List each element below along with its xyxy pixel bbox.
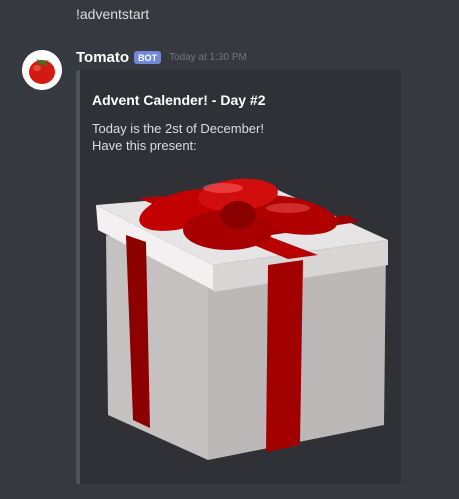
previous-message-text: !adventstart — [76, 6, 150, 22]
tomato-avatar-icon[interactable] — [22, 50, 62, 90]
bot-badge: BOT — [134, 51, 162, 64]
gift-box-icon[interactable] — [88, 170, 396, 475]
embed-title: Advent Calender! - Day #2 — [92, 92, 266, 108]
message-embed: Advent Calender! - Day #2 Today is the 2… — [76, 70, 401, 484]
timestamp: Today at 1:30 PM — [169, 52, 247, 63]
message-header: Tomato BOT Today at 1:30 PM — [76, 49, 247, 66]
embed-description: Today is the 2st of December! Have this … — [92, 121, 264, 153]
username[interactable]: Tomato — [76, 49, 129, 66]
